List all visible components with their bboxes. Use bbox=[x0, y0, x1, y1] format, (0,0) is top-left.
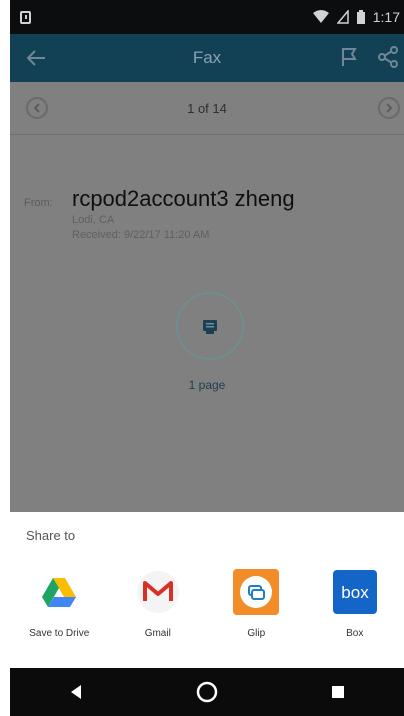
system-navigation-bar bbox=[10, 668, 404, 716]
share-target-label: Save to Drive bbox=[29, 628, 90, 639]
received-date: Received: 9/22/17 11:20 AM bbox=[72, 229, 210, 241]
share-target-drive[interactable]: Save to Drive bbox=[10, 568, 109, 639]
recents-square-icon bbox=[332, 686, 345, 698]
signal-icon bbox=[336, 10, 349, 24]
chevron-right-icon bbox=[386, 103, 393, 113]
back-button[interactable] bbox=[56, 672, 96, 712]
fax-icon bbox=[203, 320, 217, 334]
share-target-box[interactable]: box Box bbox=[306, 568, 404, 639]
fax-details: 1 of 14 From: rcpod2account3 zheng Lodi,… bbox=[10, 82, 404, 512]
fax-page-thumbnail[interactable] bbox=[176, 292, 244, 360]
next-page-button[interactable] bbox=[378, 97, 400, 119]
share-target-label: Gmail bbox=[144, 628, 171, 639]
google-drive-icon bbox=[35, 568, 83, 616]
box-icon: box bbox=[331, 568, 379, 616]
previous-page-button[interactable] bbox=[26, 97, 48, 119]
status-time: 1:17 bbox=[372, 9, 400, 25]
page-count: 1 page bbox=[188, 378, 226, 392]
sender-name: rcpod2account3 zheng bbox=[72, 186, 295, 211]
gmail-icon bbox=[134, 568, 182, 616]
share-target-label: Box bbox=[346, 628, 364, 639]
status-bar: 1:17 bbox=[10, 0, 404, 34]
pager: 1 of 14 bbox=[10, 82, 404, 135]
home-button[interactable] bbox=[187, 672, 227, 712]
pager-label: 1 of 14 bbox=[187, 100, 227, 116]
notification-icon bbox=[14, 8, 36, 26]
glip-icon bbox=[232, 568, 280, 616]
sender-row: From: rcpod2account3 zheng bbox=[24, 186, 295, 212]
share-target-glip[interactable]: Glip bbox=[207, 568, 306, 639]
recents-button[interactable] bbox=[318, 672, 358, 712]
back-triangle-icon bbox=[70, 685, 81, 699]
wifi-icon bbox=[312, 10, 329, 23]
chevron-left-icon bbox=[33, 103, 40, 113]
share-targets: Save to Drive Gmail Glip box Box bbox=[10, 568, 404, 639]
from-label: From: bbox=[24, 197, 53, 209]
share-target-gmail[interactable]: Gmail bbox=[109, 568, 208, 639]
share-sheet: Share to Save to Drive Gmail Glip box Bo… bbox=[10, 512, 404, 668]
battery-icon bbox=[356, 10, 365, 24]
share-sheet-title: Share to bbox=[26, 528, 76, 543]
flag-icon[interactable] bbox=[338, 46, 360, 68]
share-target-label: Glip bbox=[247, 628, 266, 639]
svg-text:box: box bbox=[341, 583, 369, 602]
app-bar: Fax bbox=[10, 34, 404, 82]
sender-location: Lodi, CA bbox=[72, 214, 115, 226]
home-circle-icon bbox=[196, 681, 218, 703]
share-icon[interactable] bbox=[378, 46, 398, 68]
